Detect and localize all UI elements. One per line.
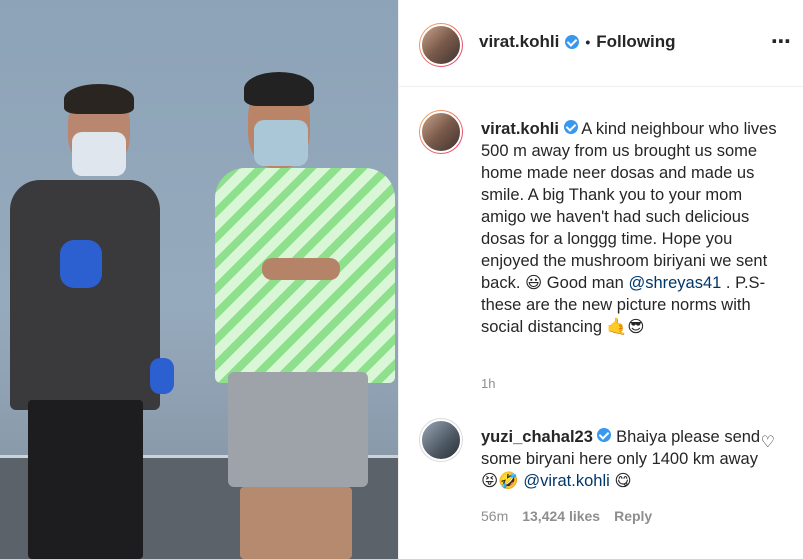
person-left-body <box>10 180 160 410</box>
caption-avatar[interactable] <box>419 110 463 154</box>
verified-badge-icon <box>565 35 580 49</box>
comment-text: yuzi_chahal23 Bhaiya please send some bi… <box>481 426 761 492</box>
avatar-image <box>420 24 462 66</box>
post-header: virat.kohli • Following ⋯ <box>399 0 803 87</box>
comment-mention-link[interactable]: @virat.kohli <box>523 472 609 490</box>
comment-meta: 56m 13,424 likes Reply <box>481 508 652 524</box>
mention-link[interactable]: @shreyas41 <box>628 274 721 292</box>
comment-time[interactable]: 56m <box>481 508 508 524</box>
person-right-legs <box>240 487 352 559</box>
comment-likes[interactable]: 13,424 likes <box>522 508 600 524</box>
comment-emoji: 😋 <box>614 471 632 490</box>
reply-button[interactable]: Reply <box>614 508 652 524</box>
post-details-pane: virat.kohli • Following ⋯ virat.kohli A … <box>398 0 803 559</box>
avatar[interactable] <box>419 23 463 67</box>
header-username[interactable]: virat.kohli <box>479 32 559 52</box>
separator-dot: • <box>585 34 591 50</box>
avatar-image <box>420 111 462 153</box>
person-right-shorts <box>228 372 368 487</box>
caption-emojis: 🤙😎 <box>606 317 645 336</box>
caption-text: virat.kohli A kind neighbour who lives 5… <box>481 118 791 338</box>
person-left-glove <box>60 240 102 288</box>
person-right-hair <box>244 72 314 106</box>
caption-body: A kind neighbour who lives 500 m away fr… <box>481 120 777 292</box>
verified-badge-icon <box>563 120 578 134</box>
person-left-hair <box>64 84 134 114</box>
person-left-legs <box>28 400 143 559</box>
header-user: virat.kohli • Following <box>479 32 676 52</box>
following-button[interactable]: Following <box>596 32 675 52</box>
verified-badge-icon <box>597 428 612 442</box>
caption-time[interactable]: 1h <box>481 376 495 391</box>
more-options-icon[interactable]: ⋯ <box>771 29 792 54</box>
heart-outline-icon[interactable]: ♡ <box>761 432 775 452</box>
comment-avatar[interactable] <box>419 418 463 462</box>
comment-username[interactable]: yuzi_chahal23 <box>481 428 593 446</box>
person-right-arm <box>262 258 340 280</box>
person-left-mask <box>72 132 126 176</box>
caption-username[interactable]: virat.kohli <box>481 120 559 138</box>
post-photo[interactable] <box>0 0 398 559</box>
person-left-glove-2 <box>150 358 174 394</box>
person-right-mask <box>254 120 308 166</box>
avatar-image <box>420 419 462 461</box>
